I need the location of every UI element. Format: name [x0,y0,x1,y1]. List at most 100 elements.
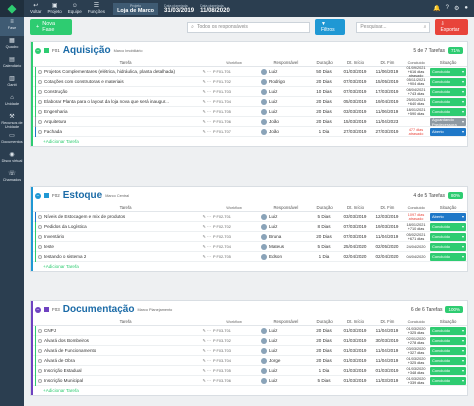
responsible-cell[interactable]: Luiz [253,98,309,105]
task-row[interactable]: Construção ✎ ⋯ P F01-T03 Luiz 10 Dias 07/03/2… [31,86,467,97]
responsible-cell[interactable]: Luiz [253,108,309,115]
status-dropdown[interactable]: Concluído ▾ [430,356,466,365]
column-header[interactable]: Tarefa [33,319,214,324]
status-dropdown[interactable]: Concluído ▾ [430,346,466,355]
task-checkbox[interactable] [38,244,42,249]
task-actions-icons[interactable]: ✎ ⋯ [203,244,213,249]
task-checkbox[interactable] [38,99,42,104]
responsible-cell[interactable]: Luiz [253,88,309,95]
task-actions-icons[interactable]: ✎ ⋯ [203,214,213,219]
responsible-cell[interactable]: Mateus [253,243,309,250]
column-header[interactable]: Dt. Início [340,60,372,65]
column-header[interactable]: Duração [310,319,340,324]
export-button[interactable]: ⇩ Exportar [435,19,468,35]
task-actions-icons[interactable]: ✎ ⋯ [203,368,213,373]
task-name[interactable]: Construção [44,89,68,94]
responsible-cell[interactable]: Luiz [253,347,309,354]
task-row[interactable]: Arquitetura ✎ ⋯ P F01-T06 João 20 Dias 15/03/… [31,116,467,127]
responsible-cell[interactable]: João [253,128,309,135]
phase-name[interactable]: Aquisição [63,45,111,56]
column-header[interactable]: Tarefa [33,205,214,210]
status-dropdown[interactable]: Concluído ▾ [430,326,466,335]
task-name[interactable]: Inscrição Estadual [44,368,82,373]
task-name[interactable]: testando o sistema 2 [44,254,86,259]
sidebar-item-tickets[interactable]: ☏ Chamados [0,169,24,188]
task-name[interactable]: Inventário [44,234,64,239]
column-header[interactable]: Workflow [214,61,254,65]
sidebar-item-resources[interactable]: ⚒ Recursos de Unidade [0,112,24,131]
responsible-cell[interactable]: Luiz [253,327,309,334]
column-header[interactable]: Situação [429,205,467,210]
collapse-icon[interactable]: − [35,306,41,313]
new-phase-button[interactable]: + Nova Fase [30,19,73,35]
status-dropdown[interactable]: Concluído ▾ [430,366,466,375]
task-actions-icons[interactable]: ✎ ⋯ [203,119,213,124]
status-dropdown[interactable]: Concluído ▾ [430,77,466,86]
task-row[interactable]: Inscrição Municipal ✎ ⋯ P F03-T06 Luiz 5 Dia… [31,375,467,386]
nav-team[interactable]: ☺ Equipe [68,3,82,14]
task-checkbox[interactable] [38,119,42,124]
task-actions-icons[interactable]: ✎ ⋯ [203,89,213,94]
task-checkbox[interactable] [38,358,42,363]
task-actions-icons[interactable]: ✎ ⋯ [203,358,213,363]
column-header[interactable]: Workflow [214,320,254,324]
task-checkbox[interactable] [38,234,42,239]
task-checkbox[interactable] [38,69,42,74]
task-checkbox[interactable] [38,328,42,333]
collapse-icon[interactable]: − [35,192,41,199]
column-header[interactable]: Tarefa [33,60,214,65]
task-name[interactable]: Fachada [44,129,62,134]
sidebar-item-calendar[interactable]: ▤ Calendário [0,55,24,74]
task-name[interactable]: CNPJ [44,328,56,333]
task-actions-icons[interactable]: ✎ ⋯ [203,69,213,74]
task-row[interactable]: Inventário ✎ ⋯ P F02-T03 Bruna 20 Dias 07/03/… [31,231,467,242]
task-checkbox[interactable] [38,348,42,353]
task-actions-icons[interactable]: ✎ ⋯ [203,348,213,353]
task-name[interactable]: Alvará de Funcionamento [44,348,96,353]
task-actions-icons[interactable]: ✎ ⋯ [203,254,213,259]
task-actions-icons[interactable]: ✎ ⋯ [203,328,213,333]
task-actions-icons[interactable]: ✎ ⋯ [203,109,213,114]
column-header[interactable]: Dt. Fim [371,60,403,65]
responsible-cell[interactable]: Luiz [253,337,309,344]
task-name[interactable]: Engenharia [44,109,68,114]
task-actions-icons[interactable]: ✎ ⋯ [203,338,213,343]
task-name[interactable]: Alvará dos Bombeiros [44,338,89,343]
column-header[interactable]: Duração [310,205,340,210]
task-checkbox[interactable] [38,79,42,84]
column-header[interactable]: Concluído [403,320,429,324]
responsible-cell[interactable]: Luiz [253,377,309,384]
phase-name[interactable]: Estoque [63,190,102,201]
task-row[interactable]: Fachada ✎ ⋯ P F01-T07 João 1 Dia 27/03/2019 27… [31,126,467,137]
task-name[interactable]: teste [44,244,54,249]
column-header[interactable]: Duração [310,60,340,65]
column-header[interactable]: Concluído [403,206,429,210]
task-row[interactable]: Engenharia ✎ ⋯ P F01-T05 Luiz 20 Dias 03/03/2… [31,106,467,117]
sidebar-item-list[interactable]: ≡ Fase [0,17,24,36]
search-input[interactable]: Pesquisar... ⌕ [356,21,431,33]
help-icon[interactable]: ? [446,5,449,12]
status-dropdown[interactable]: Concluído ▾ [430,242,466,251]
responsible-cell[interactable]: Luiz [253,367,309,374]
task-actions-icons[interactable]: ✎ ⋯ [203,224,213,229]
task-checkbox[interactable] [38,89,42,94]
column-header[interactable]: Responsável [254,205,310,210]
task-name[interactable]: Elaborar Planta para o layout da loja no… [44,99,169,104]
task-row[interactable]: Inscrição Estadual ✎ ⋯ P F03-T05 Luiz 1 Dia 0… [31,365,467,376]
status-dropdown[interactable]: Concluído ▾ [430,252,466,261]
task-row[interactable]: Pedidos da Logística ✎ ⋯ P F02-T02 Luiz 8 Di… [31,221,467,232]
task-row[interactable]: Cotações com construtoras e materiais ✎ ⋯… [31,76,467,87]
task-row[interactable]: Elaborar Planta para o layout da loja no… [31,96,467,107]
task-actions-icons[interactable]: ✎ ⋯ [203,99,213,104]
status-dropdown[interactable]: Concluído ▾ [430,67,466,76]
responsible-cell[interactable]: Luiz [253,223,309,230]
add-task-link[interactable]: + Adicionar Tarefa [31,137,467,146]
column-header[interactable]: Dt. Início [340,319,372,324]
column-header[interactable]: Situação [429,319,467,324]
column-header[interactable]: Responsável [254,319,310,324]
responsible-cell[interactable]: Luiz [253,213,309,220]
task-checkbox[interactable] [38,378,42,383]
add-task-link[interactable]: + Adicionar Tarefa [31,386,467,395]
column-header[interactable]: Concluído [403,61,429,65]
task-actions-icons[interactable]: ✎ ⋯ [203,129,213,134]
